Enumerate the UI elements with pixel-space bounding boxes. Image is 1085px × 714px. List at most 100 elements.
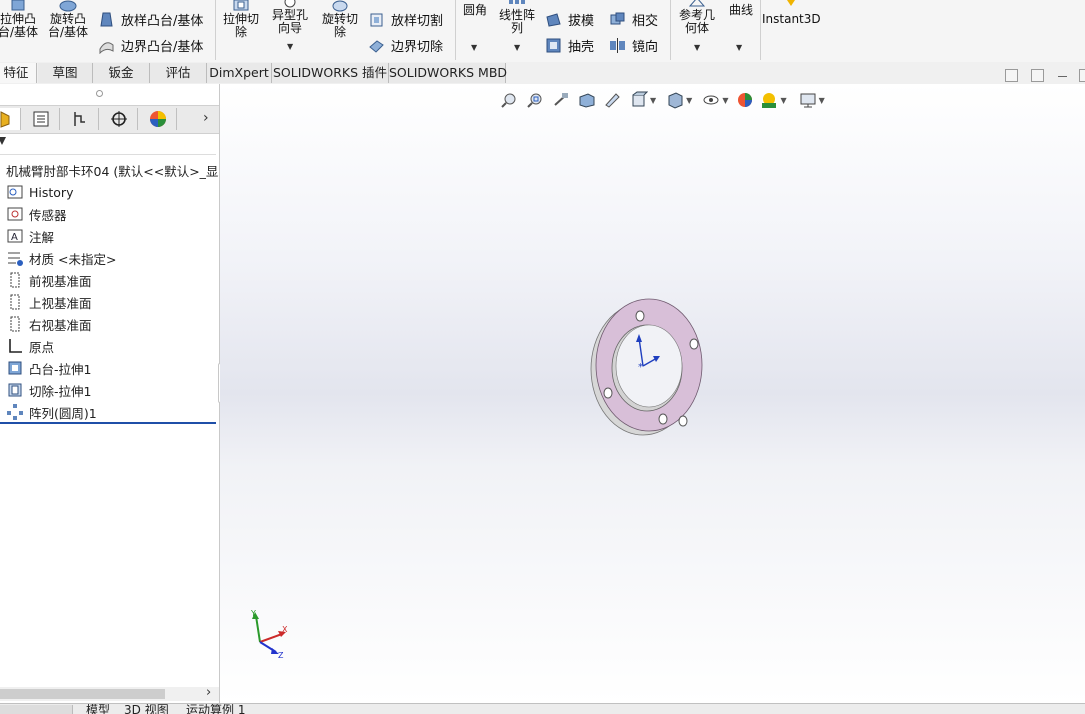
tree-item-label: 材质 <未指定> bbox=[29, 251, 117, 267]
plane-icon bbox=[6, 315, 24, 333]
chevron-right-icon[interactable]: › bbox=[203, 110, 209, 126]
instant3d-button[interactable]: Instant3D bbox=[762, 0, 821, 26]
configuration-manager-icon bbox=[74, 112, 85, 126]
bolt-hole[interactable] bbox=[635, 310, 645, 322]
reference-geometry-button[interactable]: 参考几 何体 bbox=[674, 0, 720, 35]
tile-left-icon[interactable] bbox=[1005, 69, 1018, 82]
boundary-boss-button[interactable]: 边界凸台/基体 bbox=[98, 36, 203, 55]
linear-pattern-dropdown-icon[interactable]: ▼ bbox=[514, 43, 520, 52]
view-settings-icon[interactable] bbox=[799, 91, 817, 109]
shell-button[interactable]: 抽壳 bbox=[545, 36, 594, 55]
display-manager-tab[interactable] bbox=[140, 108, 177, 130]
tree-item[interactable]: History bbox=[6, 182, 73, 202]
tree-item-label: History bbox=[29, 184, 74, 200]
tree-item[interactable]: A 注解 bbox=[6, 226, 54, 246]
annotation-icon: A bbox=[6, 227, 24, 245]
tree-item-label: 阵列(圆周)1 bbox=[29, 405, 97, 421]
zoom-to-fit-icon[interactable] bbox=[500, 91, 518, 109]
tree-item[interactable]: 切除-拉伸1 bbox=[6, 380, 91, 400]
tree-item[interactable]: 凸台-拉伸1 bbox=[6, 358, 91, 378]
dimxpert-manager-tab[interactable] bbox=[101, 108, 138, 130]
view-settings-dropdown-icon[interactable]: ▼ bbox=[819, 96, 825, 105]
lofted-boss-label: 放样凸台/基体 bbox=[121, 14, 204, 29]
tab-solidworks-addins[interactable]: SOLIDWORKS 插件 bbox=[272, 63, 389, 83]
hide-show-dropdown-icon[interactable]: ▼ bbox=[722, 96, 728, 105]
rollback-bar[interactable] bbox=[0, 422, 216, 424]
ribbon-separator bbox=[670, 0, 671, 60]
extruded-cut-button[interactable]: 拉伸切 除 bbox=[218, 0, 264, 39]
edit-appearance-icon[interactable] bbox=[736, 91, 754, 109]
bolt-hole[interactable] bbox=[658, 413, 668, 425]
apply-scene-icon[interactable] bbox=[760, 91, 778, 109]
panel-grip-icon[interactable] bbox=[96, 90, 103, 97]
view-triad: Y X Z bbox=[250, 609, 288, 660]
tree-item[interactable]: 原点 bbox=[6, 336, 54, 356]
linear-pattern-button[interactable]: 线性阵 列 bbox=[494, 0, 540, 35]
zoom-to-area-icon[interactable] bbox=[526, 91, 544, 109]
configuration-manager-tab[interactable] bbox=[62, 108, 99, 130]
bolt-hole[interactable] bbox=[603, 387, 613, 399]
previous-view-icon[interactable] bbox=[552, 91, 570, 109]
mirror-button[interactable]: 镜向 bbox=[609, 36, 658, 55]
circular-pattern-icon bbox=[6, 403, 24, 421]
intersect-label: 相交 bbox=[632, 14, 659, 29]
extruded-boss-button[interactable]: 拉伸凸 台/基体 bbox=[0, 0, 40, 39]
tree-item[interactable]: 右视基准面 bbox=[6, 314, 92, 334]
lofted-cut-button[interactable]: 放样切割 bbox=[368, 10, 443, 29]
dynamic-annotation-icon[interactable] bbox=[604, 91, 622, 109]
tree-item[interactable]: 材质 <未指定> bbox=[6, 248, 116, 268]
scrollbar-thumb[interactable] bbox=[0, 689, 165, 699]
display-style-icon[interactable] bbox=[666, 91, 684, 109]
revolved-cut-icon bbox=[332, 0, 348, 12]
revolved-boss-icon bbox=[59, 0, 77, 12]
tree-item[interactable]: 前视基准面 bbox=[6, 270, 92, 290]
ribbon-separator bbox=[215, 0, 216, 60]
hole-wizard-dropdown-icon[interactable]: ▼ bbox=[287, 42, 293, 51]
intersect-button[interactable]: 相交 bbox=[609, 10, 658, 29]
hole-wizard-button[interactable]: 异型孔 向导 bbox=[267, 0, 313, 35]
tree-item[interactable]: 传感器 bbox=[6, 204, 67, 224]
section-view-icon[interactable] bbox=[578, 91, 596, 109]
display-style-dropdown-icon[interactable]: ▼ bbox=[686, 96, 692, 105]
apply-scene-dropdown-icon[interactable]: ▼ bbox=[780, 96, 786, 105]
tree-item[interactable]: 阵列(圆周)1 bbox=[6, 402, 97, 422]
reference-geometry-dropdown-icon[interactable]: ▼ bbox=[694, 43, 700, 52]
tree-root-part[interactable]: 机械臂肘部卡环04 (默认<<默认>_显示 bbox=[6, 161, 219, 180]
shell-label: 抽壳 bbox=[568, 40, 595, 55]
hide-show-items-icon[interactable] bbox=[702, 91, 720, 109]
revolved-boss-button[interactable]: 旋转凸 台/基体 bbox=[46, 0, 90, 39]
svg-text:A: A bbox=[11, 232, 18, 243]
tab-features[interactable]: 特征 bbox=[0, 63, 37, 83]
tree-horizontal-scrollbar[interactable]: › bbox=[0, 685, 219, 701]
dimxpert-crosshair-icon bbox=[111, 111, 127, 127]
fillet-button[interactable]: 圆角 bbox=[457, 4, 493, 17]
scroll-right-icon[interactable]: › bbox=[206, 685, 211, 700]
fillet-dropdown-icon[interactable]: ▼ bbox=[471, 43, 477, 52]
tab-sketch[interactable]: 草图 bbox=[38, 63, 93, 83]
graphics-area[interactable]: ▼ ▼ ▼ ▼ ▼ * Y X Z bbox=[220, 84, 1085, 703]
feature-tree-tab[interactable] bbox=[0, 108, 21, 130]
boundary-cut-button[interactable]: 边界切除 bbox=[368, 36, 443, 55]
boundary-boss-icon bbox=[99, 42, 114, 54]
minimize-icon[interactable] bbox=[1058, 76, 1067, 77]
filter-box[interactable] bbox=[0, 134, 216, 155]
tab-solidworks-mbd[interactable]: SOLIDWORKS MBD bbox=[389, 63, 507, 83]
linear-pattern-icon bbox=[509, 0, 525, 4]
view-orientation-dropdown-icon[interactable]: ▼ bbox=[650, 96, 656, 105]
property-manager-tab[interactable] bbox=[23, 108, 60, 130]
draft-button[interactable]: 拔模 bbox=[545, 10, 594, 29]
origin-marker-icon: * bbox=[636, 334, 660, 372]
tab-evaluate[interactable]: 评估 bbox=[150, 63, 207, 83]
tab-sheet-metal[interactable]: 钣金 bbox=[93, 63, 150, 83]
tree-item[interactable]: 上视基准面 bbox=[6, 292, 92, 312]
view-orientation-icon[interactable] bbox=[630, 91, 648, 109]
curves-button[interactable]: 曲线 bbox=[724, 4, 758, 17]
tile-right-icon[interactable] bbox=[1031, 69, 1044, 82]
restore-icon[interactable] bbox=[1079, 69, 1085, 82]
tab-dimxpert[interactable]: DimXpert bbox=[207, 63, 272, 83]
bolt-hole[interactable] bbox=[689, 338, 699, 350]
curves-dropdown-icon[interactable]: ▼ bbox=[736, 43, 742, 52]
bolt-hole[interactable] bbox=[678, 415, 688, 427]
lofted-boss-button[interactable]: 放样凸台/基体 bbox=[98, 10, 203, 29]
revolved-cut-button[interactable]: 旋转切 除 bbox=[317, 0, 363, 39]
